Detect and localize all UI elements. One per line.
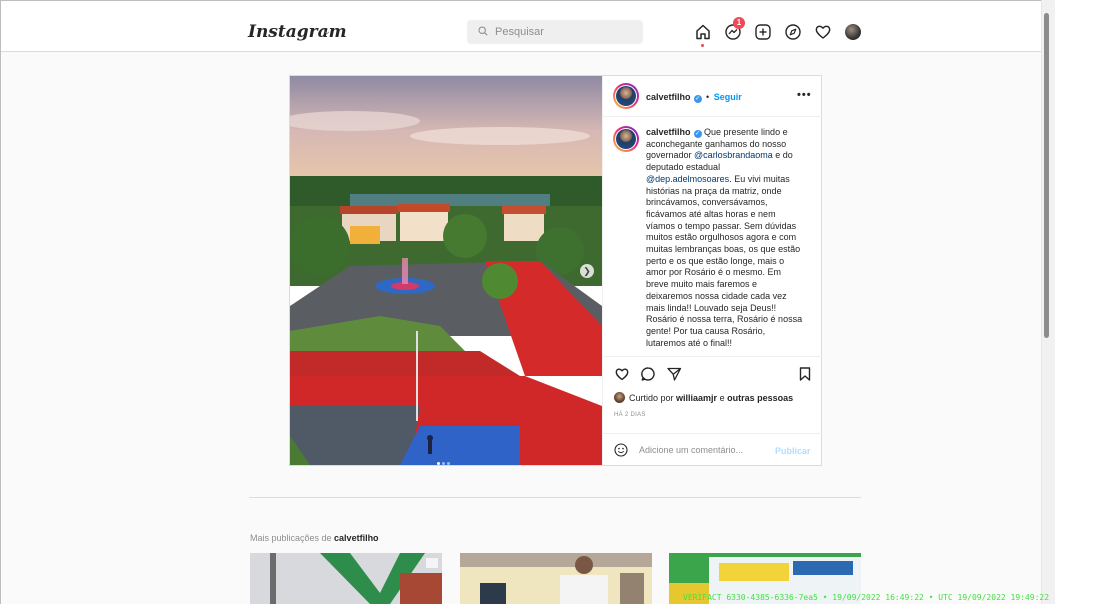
verifact-watermark: VERIFACT 6330-4385-6336-7ea5 • 19/09/202… bbox=[683, 593, 1050, 602]
publish-button[interactable]: Publicar bbox=[775, 446, 811, 456]
scrollbar-thumb[interactable] bbox=[1044, 13, 1049, 338]
mention-link[interactable]: @carlosbrandaoma bbox=[694, 150, 773, 160]
caption-text-3: . Eu vivi muitas histórias na praça da m… bbox=[646, 173, 803, 348]
comment-form: Publicar bbox=[603, 433, 822, 465]
caption-area: calvetfilho ✓ Que presente lindo e aconch… bbox=[603, 117, 822, 357]
activity-heart-icon[interactable] bbox=[814, 23, 832, 41]
likes-others-link[interactable]: outras pessoas bbox=[727, 393, 793, 403]
post-actions bbox=[603, 358, 822, 388]
follow-button[interactable]: Seguir bbox=[714, 92, 742, 102]
emoji-icon[interactable] bbox=[614, 443, 628, 457]
likes-summary: Curtido por williaamjr e outras pessoas bbox=[614, 392, 793, 403]
window-right-margin bbox=[1055, 0, 1096, 604]
comment-bubble-icon[interactable] bbox=[640, 366, 656, 382]
more-posts-prefix: Mais publicações de bbox=[250, 533, 335, 543]
post-timestamp[interactable]: HÁ 2 DIAS bbox=[614, 412, 646, 418]
caption-username[interactable]: calvetfilho bbox=[646, 127, 691, 137]
author-avatar[interactable] bbox=[613, 83, 639, 109]
like-heart-icon[interactable] bbox=[614, 366, 630, 382]
logo-chevron-down-icon[interactable]: ⌄ bbox=[323, 26, 331, 37]
likes-prefix: Curtido por bbox=[629, 393, 677, 403]
related-post-thumbnail[interactable] bbox=[460, 553, 652, 604]
post-sidebar: calvetfilho ✓ • Seguir ••• calvetfilho ✓ Q… bbox=[602, 76, 822, 465]
header-separator: • bbox=[706, 92, 710, 102]
carousel-dot bbox=[442, 462, 445, 465]
notification-badge: 1 bbox=[733, 17, 745, 29]
post-card: ❯ calvetfilho ✓ • Seguir ••• calvetfilho ✓… bbox=[289, 75, 822, 466]
profile-avatar[interactable] bbox=[845, 24, 861, 40]
home-icon[interactable] bbox=[694, 23, 712, 41]
likes-middle: e bbox=[717, 393, 728, 403]
liker-username[interactable]: williaamjr bbox=[676, 393, 717, 403]
home-active-dot bbox=[701, 44, 704, 47]
caption-author-avatar[interactable] bbox=[613, 126, 639, 152]
carousel-next-button[interactable]: ❯ bbox=[580, 264, 594, 278]
post-header: calvetfilho ✓ • Seguir ••• bbox=[603, 76, 822, 117]
plaza-aerial-photo bbox=[290, 76, 602, 465]
instagram-logo[interactable]: Instagram bbox=[248, 22, 347, 42]
section-divider bbox=[249, 497, 861, 498]
post-header-text: calvetfilho ✓ • Seguir bbox=[646, 92, 742, 103]
save-bookmark-icon[interactable] bbox=[797, 366, 813, 382]
comment-input[interactable] bbox=[639, 442, 769, 458]
share-paper-plane-icon[interactable] bbox=[666, 366, 682, 382]
verified-badge-icon: ✓ bbox=[693, 130, 702, 138]
carousel-dot-active bbox=[437, 462, 440, 465]
author-username[interactable]: calvetfilho bbox=[646, 92, 691, 102]
more-posts-username[interactable]: calvetfilho bbox=[334, 533, 379, 543]
explore-compass-icon[interactable] bbox=[784, 23, 802, 41]
mention-link[interactable]: @dep.adelmosoares bbox=[646, 174, 729, 184]
verified-badge-icon: ✓ bbox=[693, 95, 702, 103]
new-post-icon[interactable] bbox=[754, 23, 772, 41]
liker-avatar[interactable] bbox=[614, 392, 625, 403]
more-options-icon[interactable]: ••• bbox=[797, 89, 812, 101]
search-input[interactable] bbox=[495, 20, 635, 44]
window-left-edge bbox=[0, 0, 1, 604]
search-icon bbox=[478, 26, 488, 36]
more-posts-heading: Mais publicações de calvetfilho bbox=[250, 533, 379, 543]
carousel-dots bbox=[437, 452, 452, 465]
post-caption: calvetfilho ✓ Que presente lindo e aconch… bbox=[646, 127, 806, 349]
search-box[interactable] bbox=[467, 20, 643, 44]
related-post-thumbnail[interactable] bbox=[250, 553, 442, 604]
post-photo[interactable]: ❯ bbox=[290, 76, 602, 465]
carousel-dot bbox=[447, 462, 450, 465]
